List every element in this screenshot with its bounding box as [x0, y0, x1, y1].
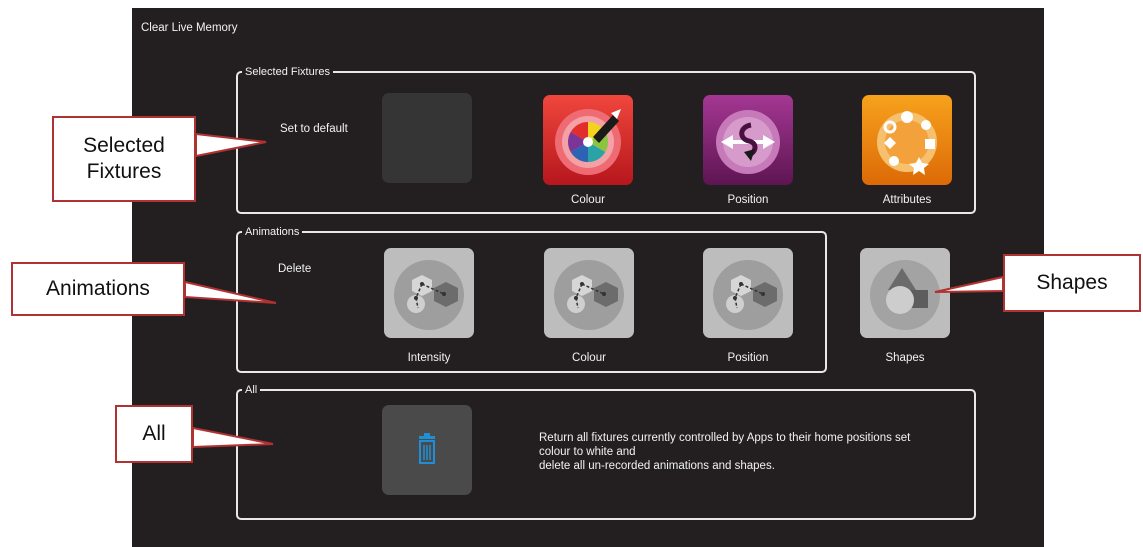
- colour-tile-label: Colour: [571, 194, 605, 206]
- attributes-icon: [862, 95, 952, 185]
- color-wheel-icon: [543, 95, 633, 185]
- callout-selected-fixtures-line: Selected: [83, 134, 165, 157]
- set-to-default-label: Set to default: [280, 123, 348, 135]
- intensity-animation-label: Intensity: [407, 352, 451, 364]
- attributes-tile[interactable]: [862, 95, 952, 185]
- shapes-tile[interactable]: [860, 248, 950, 338]
- clear-all-description: Return all fixtures currently controlled…: [539, 431, 969, 473]
- selected-fixtures-blank-tile: [382, 93, 472, 183]
- trash-icon: [419, 433, 435, 464]
- clear-all-button[interactable]: [382, 405, 472, 495]
- intensity-animation-tile[interactable]: [384, 248, 474, 338]
- animation-path-icon: [384, 248, 474, 338]
- description-line: delete all un-recorded animations and sh…: [539, 460, 775, 472]
- colour-animation-label: Colour: [572, 352, 606, 364]
- position-tile-label: Position: [727, 194, 769, 206]
- callout-selected-fixtures-line: Fixtures: [86, 160, 162, 183]
- animations-group-label: Animations: [242, 225, 303, 239]
- selected-fixtures-group-label: Selected Fixtures: [242, 65, 333, 79]
- app-screen: Clear Live Memory Selected Fixtures Set …: [132, 8, 1044, 547]
- callout-animations: Animations: [11, 262, 185, 316]
- description-line: Return all fixtures currently controlled…: [539, 432, 911, 444]
- app-title: Clear Live Memory: [141, 22, 238, 34]
- position-animation-tile[interactable]: [703, 248, 793, 338]
- callout-animations-text: Animations: [46, 277, 150, 300]
- callout-all: All: [115, 405, 193, 463]
- all-group-label: All: [242, 383, 261, 397]
- shapes-tile-label: Shapes: [885, 352, 925, 364]
- animation-path-icon: [544, 248, 634, 338]
- attributes-tile-label: Attributes: [882, 194, 932, 206]
- callout-shapes: Shapes: [1003, 254, 1141, 312]
- colour-tile[interactable]: [543, 95, 633, 185]
- delete-label: Delete: [278, 263, 312, 275]
- position-arrows-icon: [703, 95, 793, 185]
- callout-shapes-text: Shapes: [1036, 271, 1108, 294]
- description-line: colour to white and: [539, 446, 636, 458]
- position-tile[interactable]: [703, 95, 793, 185]
- shapes-icon: [860, 248, 950, 338]
- position-animation-label: Position: [727, 352, 769, 364]
- callout-selected-fixtures: Selected Fixtures: [52, 116, 196, 202]
- callout-all-text: All: [142, 422, 166, 445]
- colour-animation-tile[interactable]: [544, 248, 634, 338]
- animation-path-icon: [703, 248, 793, 338]
